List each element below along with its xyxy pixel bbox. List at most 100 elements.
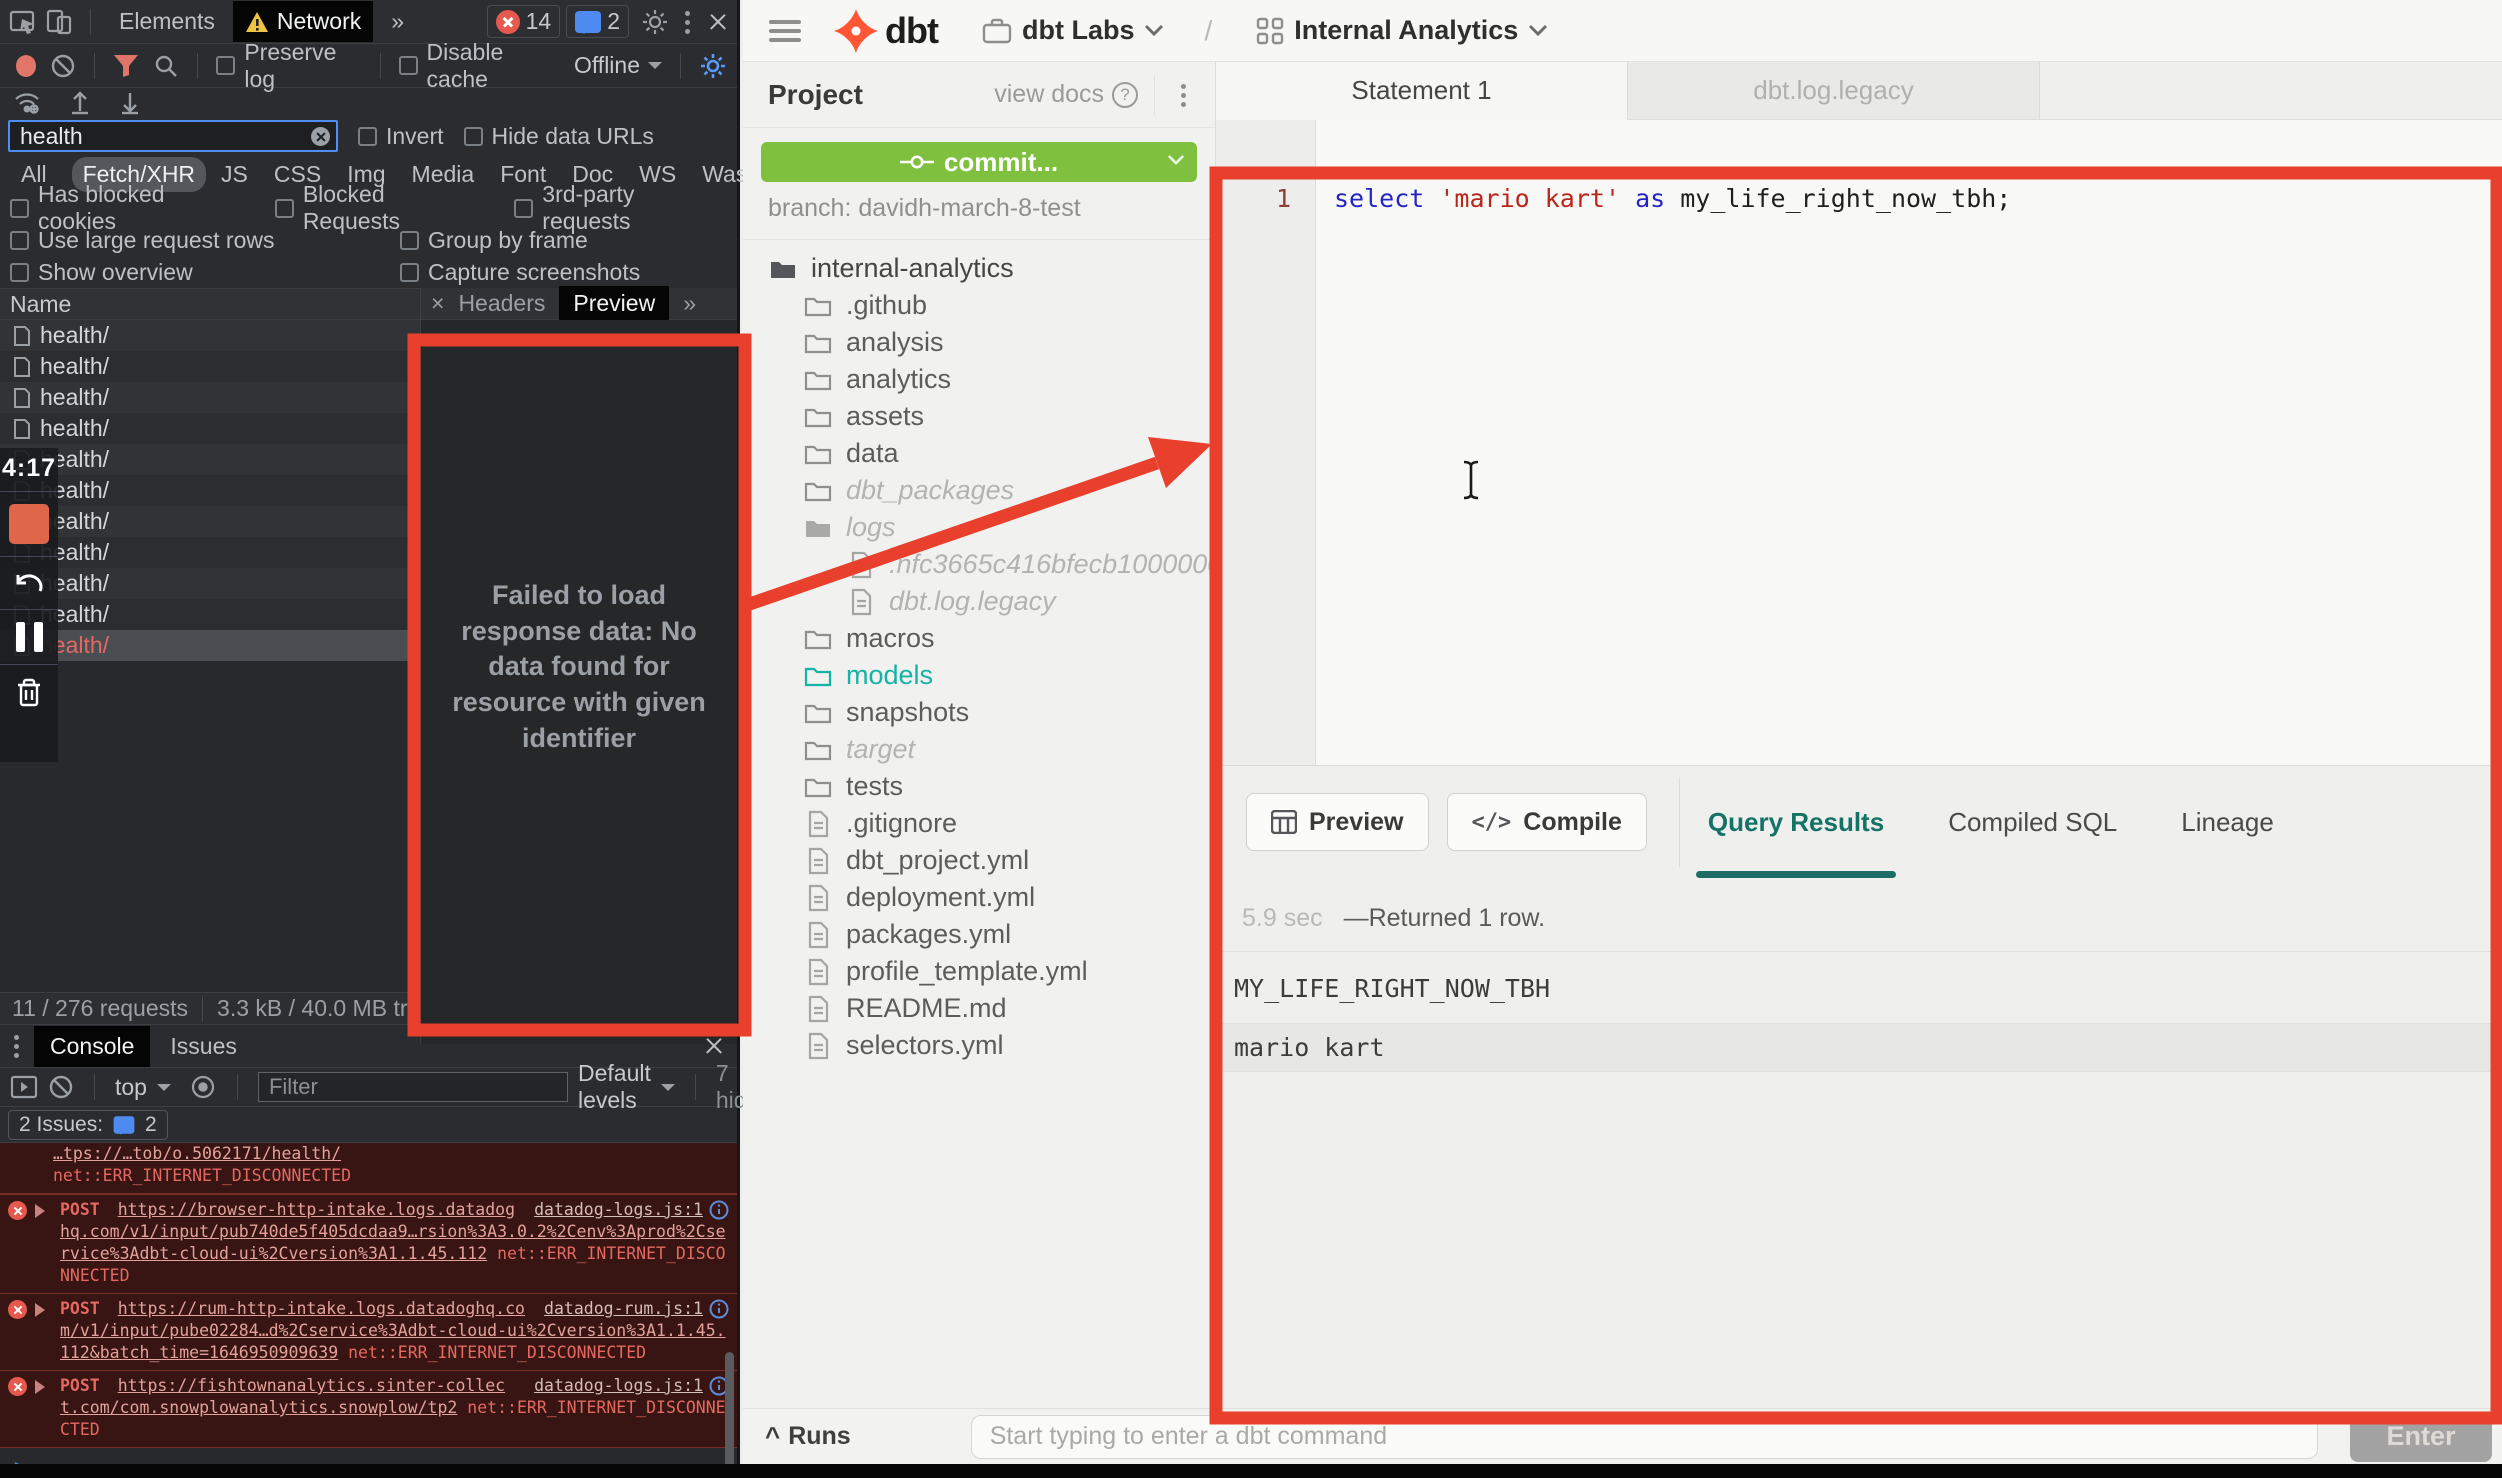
preview-button[interactable]: Preview xyxy=(1246,793,1429,851)
editor-tab[interactable]: dbt.log.legacy xyxy=(1628,62,2040,119)
capture-screenshots-checkbox[interactable]: Capture screenshots xyxy=(400,259,640,286)
results-tab[interactable]: Lineage xyxy=(2181,766,2274,878)
view-docs-link[interactable]: view docs ? xyxy=(994,80,1138,109)
console-filter-input[interactable] xyxy=(258,1072,568,1102)
file-tree-item[interactable]: data xyxy=(743,435,1215,472)
network-request-row[interactable]: health/ xyxy=(0,506,420,537)
network-request-row[interactable]: health/ xyxy=(0,382,420,413)
file-tree-item[interactable]: tests xyxy=(743,768,1215,805)
clear-filter-icon[interactable] xyxy=(311,127,330,146)
file-tree-item[interactable]: .gitignore xyxy=(743,805,1215,842)
file-tree-item[interactable]: analytics xyxy=(743,361,1215,398)
file-tree-item[interactable]: snapshots xyxy=(743,694,1215,731)
source-link[interactable]: datadog-logs.js:1 xyxy=(534,1375,703,1397)
file-tree-item[interactable]: dbt_project.yml xyxy=(743,842,1215,879)
context-selector[interactable]: top xyxy=(115,1074,147,1101)
group-by-frame-checkbox[interactable]: Group by frame xyxy=(400,227,588,254)
file-tree-item[interactable]: profile_template.yml xyxy=(743,953,1215,990)
editor-tab[interactable]: Statement 1 xyxy=(1216,62,1628,120)
close-console-icon[interactable] xyxy=(703,1035,725,1057)
file-tree-item[interactable]: packages.yml xyxy=(743,916,1215,953)
project-switcher[interactable]: Internal Analytics xyxy=(1256,15,1548,46)
sidebar-menu[interactable] xyxy=(1154,75,1197,115)
network-request-row[interactable]: health/ xyxy=(0,599,420,630)
result-column-header[interactable]: MY_LIFE_RIGHT_NOW_TBH xyxy=(1216,952,2502,1024)
clear-network-log-icon[interactable] xyxy=(50,53,76,79)
network-filter-input[interactable] xyxy=(8,120,338,152)
export-har-icon[interactable] xyxy=(118,89,142,115)
more-detail-tabs-chevron[interactable]: » xyxy=(683,290,696,317)
network-request-row[interactable]: health/ xyxy=(0,444,420,475)
close-devtools-icon[interactable] xyxy=(707,11,729,33)
record-network-log-icon[interactable] xyxy=(16,55,36,77)
request-url-link[interactable]: https://fishtownanalytics.sinter-collect… xyxy=(60,1376,505,1417)
network-request-row[interactable]: health/ xyxy=(0,630,420,661)
dbt-logo[interactable]: dbt xyxy=(833,8,938,54)
network-request-row[interactable]: health/ xyxy=(0,320,420,351)
preserve-log-checkbox[interactable]: Preserve log xyxy=(216,39,361,93)
results-tab[interactable]: Query Results xyxy=(1708,766,1884,878)
issues-counter-button[interactable]: 2 Issues: 2 xyxy=(8,1110,168,1140)
inspect-element-icon[interactable] xyxy=(8,7,38,37)
throttling-select[interactable]: Offline xyxy=(574,52,640,79)
hide-data-urls-checkbox[interactable]: Hide data URLs xyxy=(464,123,654,150)
file-tree-item[interactable]: models xyxy=(743,657,1215,694)
file-tree-item[interactable]: .github xyxy=(743,287,1215,324)
source-link[interactable]: datadog-rum.js:1 xyxy=(544,1298,703,1320)
console-scrollbar[interactable] xyxy=(725,1352,734,1470)
network-conditions-gear-icon[interactable] xyxy=(699,52,727,80)
network-request-row[interactable]: health/ xyxy=(0,568,420,599)
sql-editor[interactable]: 1 select 'mario kart' as my_life_right_n… xyxy=(1216,120,2502,765)
info-icon[interactable] xyxy=(709,1299,729,1319)
runs-toggle[interactable]: ^ Runs xyxy=(765,1421,851,1452)
tab-console[interactable]: Console xyxy=(34,1026,150,1067)
more-tabs-chevron[interactable]: » xyxy=(379,1,416,42)
tab-preview[interactable]: Preview xyxy=(559,286,669,321)
info-icon[interactable] xyxy=(709,1200,729,1220)
tab-issues[interactable]: Issues xyxy=(154,1026,252,1067)
delete-recording-button[interactable] xyxy=(0,664,58,721)
file-tree-item[interactable]: assets xyxy=(743,398,1215,435)
hamburger-menu-icon[interactable] xyxy=(769,20,801,42)
code-line[interactable]: select 'mario kart' as my_life_right_now… xyxy=(1316,120,2502,765)
file-tree-item[interactable]: deployment.yml xyxy=(743,879,1215,916)
disable-cache-checkbox[interactable]: Disable cache xyxy=(399,39,558,93)
clear-console-icon[interactable] xyxy=(48,1074,74,1100)
device-toolbar-icon[interactable] xyxy=(44,7,74,37)
file-tree-item[interactable]: .nfc3665c416bfecb1000000cf xyxy=(743,546,1215,583)
file-tree-item[interactable]: macros xyxy=(743,620,1215,657)
live-expression-eye-icon[interactable] xyxy=(189,1074,217,1100)
invert-checkbox[interactable]: Invert xyxy=(358,123,444,150)
commit-button[interactable]: commit... xyxy=(761,142,1197,182)
log-levels-select[interactable]: Default levels xyxy=(578,1060,651,1114)
network-request-row[interactable]: health/ xyxy=(0,475,420,506)
file-tree-item[interactable]: selectors.yml xyxy=(743,1027,1215,1064)
network-request-row[interactable]: health/ xyxy=(0,351,420,382)
enter-button[interactable]: Enter xyxy=(2350,1412,2492,1462)
error-count-badge[interactable]: 14 xyxy=(487,5,561,38)
use-large-request-rows-checkbox[interactable]: Use large request rows xyxy=(10,227,372,254)
results-tab[interactable]: Compiled SQL xyxy=(1948,766,2117,878)
import-har-icon[interactable] xyxy=(68,89,92,115)
name-column-header[interactable]: Name xyxy=(0,288,420,320)
dbt-command-input[interactable] xyxy=(971,1415,2318,1459)
expand-triangle-icon[interactable] xyxy=(35,1380,52,1394)
file-tree-item[interactable]: logs xyxy=(743,509,1215,546)
request-url-link[interactable]: …tps://…tob/o.5062171/health/ xyxy=(53,1144,341,1163)
expand-triangle-icon[interactable] xyxy=(35,1303,52,1317)
tab-network[interactable]: Network xyxy=(233,1,373,42)
tab-headers[interactable]: Headers xyxy=(458,290,545,317)
result-row[interactable]: mario kart xyxy=(1216,1024,2502,1072)
file-tree-item[interactable]: README.md xyxy=(743,990,1215,1027)
undo-button[interactable] xyxy=(0,556,58,609)
shape-color-swatch[interactable] xyxy=(0,491,58,556)
file-tree-item[interactable]: internal-analytics xyxy=(743,250,1215,287)
filter-icon[interactable] xyxy=(113,54,139,78)
network-throttle-icon[interactable] xyxy=(12,90,42,114)
network-request-row[interactable]: health/ xyxy=(0,537,420,568)
console-sidebar-icon[interactable] xyxy=(10,1074,38,1100)
compile-button[interactable]: </> Compile xyxy=(1447,793,1647,851)
source-link[interactable]: datadog-logs.js:1 xyxy=(534,1199,703,1221)
expand-triangle-icon[interactable] xyxy=(35,1204,52,1218)
search-icon[interactable] xyxy=(153,53,179,79)
